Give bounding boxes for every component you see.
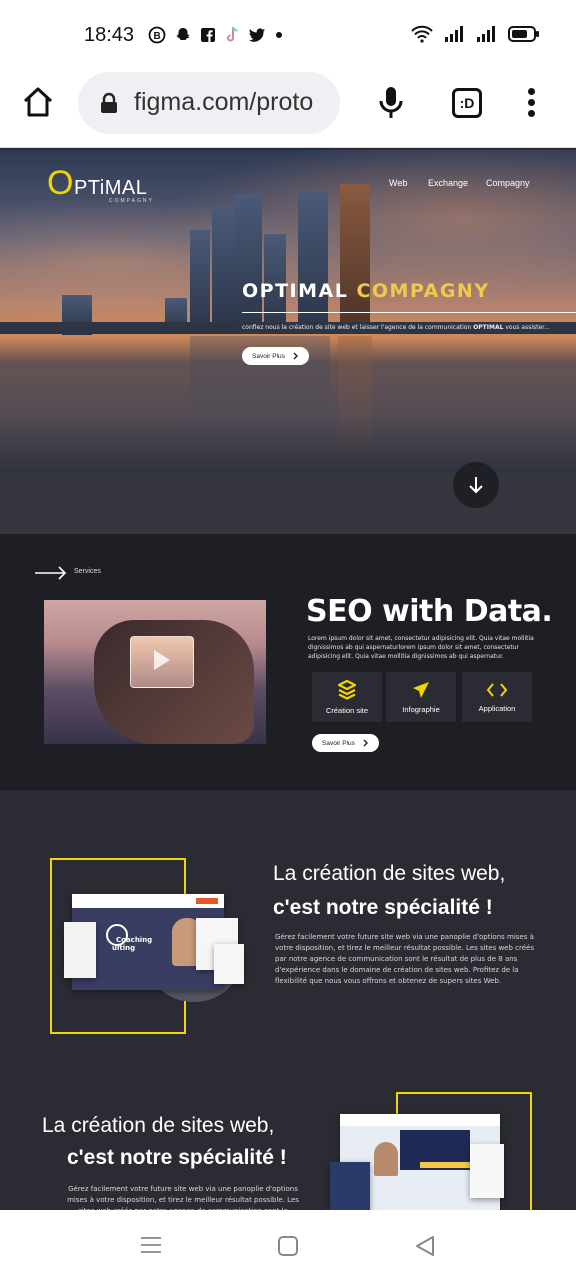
services-label: Services — [74, 568, 101, 575]
mockup-header — [340, 1114, 500, 1126]
chevron-right-icon — [363, 739, 368, 747]
button-label: Savoir Plus — [252, 352, 285, 360]
services-video-thumbnail[interactable] — [44, 600, 266, 744]
mockup-button — [196, 898, 218, 904]
card-label: Application — [478, 703, 516, 713]
services-savoir-plus-button[interactable]: Savoir Plus — [312, 734, 379, 752]
creation-heading-1: La création de sites web, — [42, 1114, 275, 1137]
logo-tagline: COMPAGNY — [109, 198, 154, 204]
address-bar[interactable]: figma.com/proto — [78, 72, 340, 134]
hero-subtitle-text: confiez nous la création de site web et … — [242, 324, 474, 331]
skyline-building — [234, 194, 262, 334]
code-brackets-icon — [487, 682, 507, 697]
hero-title-white: OPTIMAL — [242, 280, 349, 302]
tab-switcher-button[interactable]: :D — [452, 88, 482, 118]
arrow-down-icon — [469, 477, 483, 494]
creation-heading-2: c'est notre spécialité ! — [273, 896, 493, 919]
skyline-building — [190, 230, 210, 334]
recent-apps-icon[interactable] — [140, 1236, 162, 1254]
play-icon[interactable] — [154, 650, 170, 670]
voice-search-button[interactable] — [378, 86, 404, 124]
svg-text:B: B — [154, 31, 161, 42]
card-label: Infographie — [402, 704, 440, 714]
hero-savoir-plus-button[interactable]: Savoir Plus — [242, 347, 309, 365]
twitter-icon — [249, 28, 265, 42]
wifi-icon — [411, 25, 433, 43]
url-text: figma.com/proto — [134, 88, 314, 116]
browser-menu-button[interactable] — [525, 88, 537, 118]
hero-title: OPTIMAL COMPAGNY — [242, 280, 490, 302]
arrow-right-icon — [35, 566, 67, 580]
nav-link-web[interactable]: Web — [389, 178, 407, 188]
creation-paragraph: Gérez facilement votre future site web v… — [275, 933, 534, 985]
creation-heading-1: La création de sites web, — [273, 862, 506, 885]
scroll-down-button[interactable] — [453, 462, 499, 508]
skyline-reflection — [338, 336, 372, 456]
service-card-infographie[interactable]: Infographie — [386, 672, 456, 722]
mockup-highlight — [420, 1162, 470, 1168]
dot-icon — [527, 88, 535, 95]
hero-section: OPTiMAL COMPAGNY Web Exchange Compagny O… — [0, 150, 576, 472]
status-time: 18:43 — [84, 24, 135, 46]
b-circle-icon: B — [148, 26, 166, 44]
hero-title-yellow: COMPAGNY — [356, 280, 490, 302]
services-title: SEO with Data. — [306, 594, 553, 629]
hero-subtitle: confiez nous la création de site web et … — [242, 324, 550, 331]
hero-subtitle-brand: OPTIMAL — [473, 324, 504, 331]
dot-icon — [527, 99, 535, 106]
status-bar: 18:43 B — [0, 0, 576, 70]
service-card-application[interactable]: Application — [462, 672, 532, 722]
browser-toolbar: figma.com/proto :D — [0, 70, 576, 148]
creation-paragraph: Gérez facilement votre future site web v… — [67, 1185, 299, 1210]
tiktok-icon — [227, 26, 238, 42]
mockup-title: Coaching — [116, 936, 153, 944]
notification-icons: B — [148, 26, 284, 44]
mockup-title: ulting — [112, 944, 136, 952]
facebook-icon — [201, 28, 215, 42]
mockup-mobile — [64, 922, 96, 978]
nav-link-compagny[interactable]: Compagny — [486, 178, 530, 188]
logo-text: PTiMAL — [73, 177, 148, 199]
dot-icon — [276, 32, 282, 38]
signal-icon — [445, 26, 463, 42]
nav-link-exchange[interactable]: Exchange — [428, 178, 468, 188]
snapchat-icon — [176, 28, 190, 40]
battery-icon — [508, 26, 539, 42]
home-icon — [23, 87, 53, 117]
home-nav-icon[interactable] — [277, 1235, 299, 1257]
optimal-logo[interactable]: OPTiMAL COMPAGNY — [47, 164, 152, 204]
mockup-person — [374, 1142, 398, 1176]
creation-section: Coaching ulting La création de sites web… — [0, 790, 576, 1210]
system-navigation-bar — [0, 1210, 576, 1280]
hero-subtitle-text: vous assister... — [503, 324, 550, 331]
services-description: Lorem ipsum dolor sit amet, consectetur … — [308, 635, 534, 660]
cursor-arrow-icon — [413, 681, 429, 698]
system-icons — [410, 25, 540, 43]
chevron-right-icon — [293, 352, 298, 360]
back-icon[interactable] — [414, 1235, 436, 1257]
service-card-creation-site[interactable]: Création site — [312, 672, 382, 722]
dot-icon — [527, 110, 535, 117]
card-label: Création site — [325, 705, 369, 715]
lock-icon — [101, 92, 117, 113]
layers-icon — [338, 679, 356, 700]
mockup-mobile — [470, 1144, 504, 1198]
creation-heading-2: c'est notre spécialité ! — [67, 1146, 287, 1169]
button-label: Savoir Plus — [322, 739, 355, 747]
mockup-card — [214, 944, 244, 984]
logo-letter: O — [47, 164, 74, 202]
signal-icon — [477, 26, 495, 42]
mockup-card — [330, 1162, 370, 1210]
home-button[interactable] — [20, 84, 56, 120]
microphone-icon — [379, 87, 403, 118]
services-section: Services SEO with Data. Lorem ipsum dolo… — [0, 534, 576, 790]
hero-divider — [242, 312, 576, 313]
